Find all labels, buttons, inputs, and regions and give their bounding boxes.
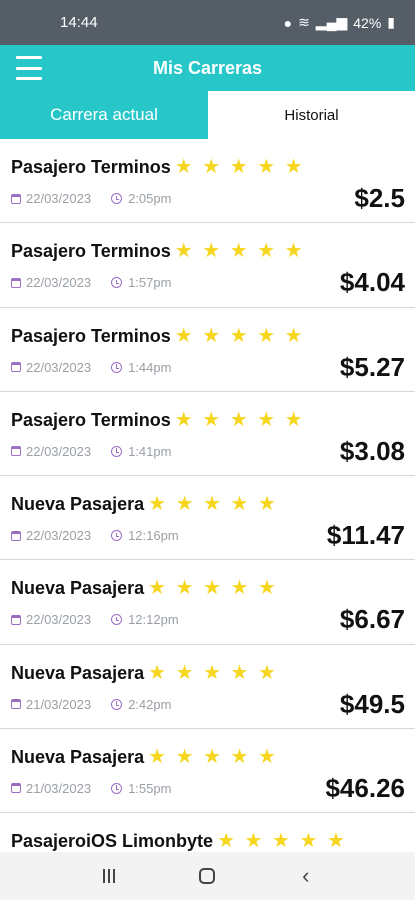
rating-stars: ★ ★ ★ ★ ★ xyxy=(148,661,278,684)
home-button[interactable] xyxy=(187,861,227,891)
list-item[interactable]: Nueva Pasajera ★ ★ ★ ★ ★ 21/03/2023 2:42pm… xyxy=(0,645,415,729)
back-button[interactable]: ‹ xyxy=(286,861,326,891)
ride-date: 22/03/2023 xyxy=(26,612,92,628)
ride-time: 1:41pm xyxy=(128,443,172,459)
recents-icon xyxy=(103,869,116,883)
calendar-icon xyxy=(11,277,21,288)
list-item[interactable]: Nueva Pasajera ★ ★ ★ ★ ★ 22/03/2023 12:12p… xyxy=(0,560,415,645)
passenger-name: Nueva Pasajera xyxy=(11,578,145,599)
ride-time: 12:16pm xyxy=(128,528,179,543)
rating-stars: ★ ★ ★ ★ ★ xyxy=(174,408,305,431)
passenger-name: Pasajero Terminos xyxy=(11,241,171,262)
ride-time: 2:05pm xyxy=(128,191,172,206)
list-item[interactable]: Pasajero Terminos ★ ★ ★ ★ ★ 22/03/2023 1:4… xyxy=(0,392,415,476)
clock-icon xyxy=(111,445,123,457)
ride-date: 22/03/2023 xyxy=(26,275,92,291)
clock-icon xyxy=(111,277,123,289)
ride-time: 2:42pm xyxy=(128,696,172,712)
calendar-icon xyxy=(11,193,21,204)
system-nav-bar: ‹ xyxy=(0,852,415,900)
rating-stars: ★ ★ ★ ★ ★ xyxy=(174,240,305,263)
clock-icon xyxy=(111,698,123,710)
ride-date: 22/03/2023 xyxy=(26,359,92,375)
passenger-name: PasajeroiOS Limonbyte xyxy=(11,831,214,851)
list-item[interactable]: Pasajero Terminos ★ ★ ★ ★ ★ 22/03/2023 1:5… xyxy=(0,223,415,308)
calendar-icon xyxy=(11,446,21,457)
ride-date: 22/03/2023 xyxy=(26,443,92,459)
status-bar: 14:44 ● ≋ ▂▄▆ 42% ▮ xyxy=(0,0,415,45)
ride-price: $2.5 xyxy=(354,183,405,213)
list-item[interactable]: Pasajero Terminos ★ ★ ★ ★ ★ 22/03/2023 1:4… xyxy=(0,308,415,392)
passenger-name: Nueva Pasajera xyxy=(11,662,145,683)
rating-stars: ★ ★ ★ ★ ★ xyxy=(148,493,278,515)
app-bar: Mis Carreras xyxy=(0,45,415,91)
status-icons: ● ≋ ▂▄▆ 42% ▮ xyxy=(284,14,395,31)
home-icon xyxy=(199,868,216,884)
wifi-icon: ≋ xyxy=(298,14,310,30)
rating-stars: ★ ★ ★ ★ ★ xyxy=(174,156,305,178)
clock-icon xyxy=(111,530,123,541)
location-icon: ● xyxy=(283,14,293,31)
battery-icon: ▮ xyxy=(387,14,395,30)
ride-price: $46.26 xyxy=(325,772,405,803)
ride-price: $4.04 xyxy=(339,267,405,298)
ride-time: 1:44pm xyxy=(128,359,172,375)
ride-time: 1:55pm xyxy=(128,780,172,796)
rating-stars: ★ ★ ★ ★ ★ xyxy=(148,745,278,768)
calendar-icon xyxy=(11,362,21,372)
clock-icon xyxy=(111,193,123,204)
passenger-name: Pasajero Terminos xyxy=(11,157,171,177)
passenger-name: Nueva Pasajera xyxy=(11,494,145,514)
ride-time: 12:12pm xyxy=(128,612,179,628)
passenger-name: Pasajero Terminos xyxy=(11,325,171,346)
status-time: 14:44 xyxy=(60,14,98,31)
calendar-icon xyxy=(11,783,21,794)
back-icon: ‹ xyxy=(302,863,310,888)
list-item[interactable]: Nueva Pasajera ★ ★ ★ ★ ★ 21/03/2023 1:55pm… xyxy=(0,729,415,813)
ride-date: 22/03/2023 xyxy=(26,528,92,543)
list-item[interactable]: PasajeroiOS Limonbyte ★ ★ ★ ★ ★ xyxy=(0,813,415,852)
ride-price: $3.08 xyxy=(339,435,405,466)
tab-history[interactable]: Historial xyxy=(208,91,415,139)
tab-bar: Carrera actual Historial xyxy=(0,91,415,139)
passenger-name: Nueva Pasajera xyxy=(11,746,145,767)
ride-price: $5.27 xyxy=(339,351,405,382)
rating-stars: ★ ★ ★ ★ ★ xyxy=(174,324,305,347)
signal-icon: ▂▄▆ xyxy=(315,14,348,30)
battery-level: 42% xyxy=(353,14,382,31)
ride-time: 1:57pm xyxy=(128,275,172,291)
list-item[interactable]: Pasajero Terminos ★ ★ ★ ★ ★ 22/03/2023 2:0… xyxy=(0,139,415,224)
ride-date: 21/03/2023 xyxy=(26,696,92,712)
recents-button[interactable] xyxy=(89,861,129,891)
ride-price: $11.47 xyxy=(326,520,405,550)
rating-stars: ★ ★ ★ ★ ★ xyxy=(217,830,347,852)
tab-current-ride[interactable]: Carrera actual xyxy=(0,91,208,139)
ride-list[interactable]: Pasajero Terminos ★ ★ ★ ★ ★ 22/03/2023 2:0… xyxy=(0,139,415,852)
ride-date: 21/03/2023 xyxy=(26,780,92,796)
list-item[interactable]: Nueva Pasajera ★ ★ ★ ★ ★ 22/03/2023 12:16p… xyxy=(0,476,415,561)
rating-stars: ★ ★ ★ ★ ★ xyxy=(148,577,278,600)
ride-date: 22/03/2023 xyxy=(26,191,92,206)
clock-icon xyxy=(111,614,123,626)
ride-price: $49.5 xyxy=(339,688,405,719)
calendar-icon xyxy=(11,530,21,541)
calendar-icon xyxy=(11,699,21,709)
clock-icon xyxy=(111,782,123,794)
clock-icon xyxy=(111,361,123,373)
calendar-icon xyxy=(11,614,21,625)
ride-price: $6.67 xyxy=(339,604,405,635)
passenger-name: Pasajero Terminos xyxy=(11,409,171,430)
page-title: Mis Carreras xyxy=(152,57,263,78)
menu-icon[interactable] xyxy=(16,56,42,80)
